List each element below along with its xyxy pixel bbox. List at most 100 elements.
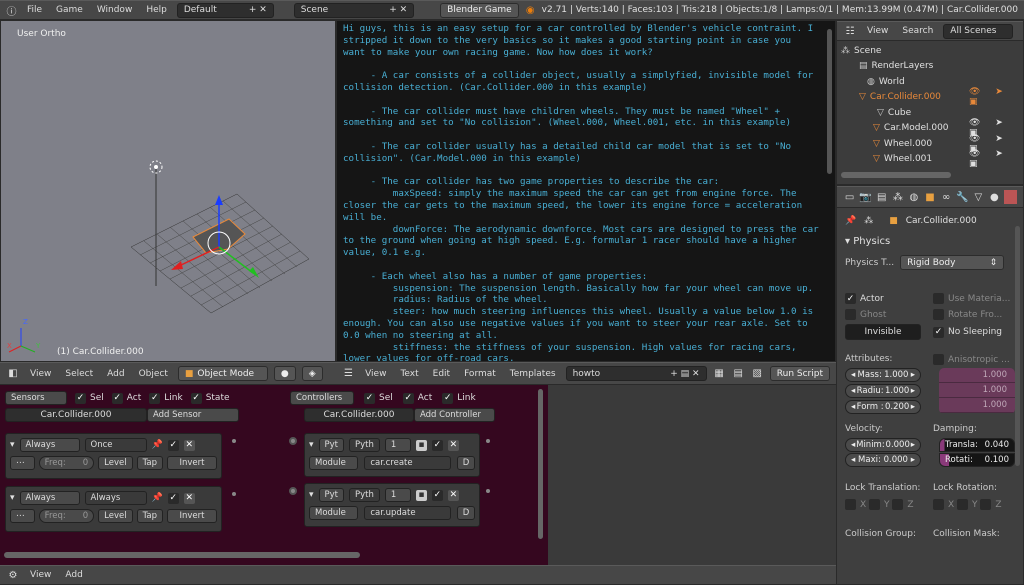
lock-translation-z[interactable]: Z (892, 499, 914, 510)
controller-output-socket[interactable] (486, 489, 490, 493)
controller-active-checkbox[interactable]: ✓ (431, 489, 443, 501)
module-field[interactable]: car.update (364, 506, 451, 520)
3d-viewport[interactable]: User Ortho Z X Y (1) Car.Collider.000 (0, 20, 336, 362)
menu-select[interactable]: Select (61, 369, 97, 379)
pulse-mode-buttons[interactable]: ⋯ (10, 509, 35, 523)
collapse-triangle-icon[interactable]: ▾ (10, 493, 15, 503)
mode-selector[interactable]: ■ Object Mode (177, 366, 268, 381)
editor-type-icon[interactable]: ☷ (843, 24, 857, 38)
pin-icon[interactable]: 📌 (845, 216, 856, 226)
menu-edit[interactable]: Edit (429, 369, 454, 379)
controller-delete-button[interactable]: ✕ (447, 439, 459, 451)
sensor-name-field[interactable]: Always (84, 491, 147, 505)
sensor-name-field[interactable]: Once (84, 438, 147, 452)
invert-button[interactable]: Invert (166, 509, 217, 523)
logic-vertical-scrollbar[interactable] (538, 389, 543, 539)
outliner-item[interactable]: ⁂ Scene (837, 43, 1023, 59)
invert-button[interactable]: Invert (166, 456, 217, 470)
level-button[interactable]: Level (98, 509, 133, 523)
layout-selector[interactable]: Default + ✕ (176, 2, 274, 18)
pulse-mode-buttons[interactable]: ⋯ (10, 456, 35, 470)
outliner-item[interactable]: ▤ RenderLayers (837, 59, 1023, 75)
lock-rotation-z[interactable]: Z (980, 499, 1002, 510)
controller-input-socket[interactable] (289, 487, 297, 495)
sensor-type-selector[interactable]: Always (19, 491, 80, 505)
velocity-min-field[interactable]: ◂ Minim: 0.000 ▸ (845, 438, 921, 452)
render-tab-icon[interactable]: 📷 (859, 190, 872, 204)
layers-tab-icon[interactable]: ▤ (875, 190, 888, 204)
controller-active-checkbox[interactable]: ✓ (431, 439, 443, 451)
outliner-scrollbar[interactable] (841, 172, 951, 178)
rotation-damping-slider[interactable]: Rotati: 0.100 (939, 453, 1015, 467)
data-tab-icon[interactable]: ▽ (972, 190, 985, 204)
material-tab-icon[interactable]: ● (988, 190, 1001, 204)
lock-translation-x[interactable]: X (845, 499, 866, 510)
controller-state-selector[interactable]: 1 (384, 488, 411, 502)
object-tab-icon[interactable]: ■ (923, 190, 936, 204)
menu-file[interactable]: File (23, 5, 46, 15)
physics-tab-icon[interactable] (1003, 190, 1018, 204)
controller-type-selector[interactable]: Pyt (318, 438, 345, 452)
menu-add[interactable]: Add (103, 369, 128, 379)
add-sensor-button[interactable]: Add Sensor (147, 408, 239, 422)
add-close-icon[interactable]: + ✕ (249, 5, 267, 15)
level-button[interactable]: Level (98, 456, 133, 470)
physics-type-selector[interactable]: Rigid Body ⇕ (900, 255, 1005, 270)
text-content[interactable]: Hi guys, this is an easy setup for a car… (337, 21, 835, 361)
lock-rotation-x[interactable]: X (933, 499, 954, 510)
radius-field[interactable]: ◂ Radiu: 1.000 ▸ (845, 384, 921, 398)
world-tab-icon[interactable]: ◍ (907, 190, 920, 204)
display-mode-selector[interactable]: All Scenes (943, 23, 1014, 39)
editor-type-icon[interactable]: ⚙ (6, 568, 20, 582)
priority-icon[interactable]: ▪ (415, 439, 427, 451)
menu-view[interactable]: View (361, 369, 390, 379)
text-scrollbar[interactable] (827, 29, 832, 174)
link-connector[interactable] (232, 492, 236, 496)
pivot-selector[interactable]: ◈ (301, 366, 323, 381)
pin-icon[interactable]: 📌 (152, 493, 163, 503)
logic-horizontal-scrollbar[interactable] (4, 552, 360, 558)
info-editor-icon[interactable]: ⓘ (6, 3, 17, 18)
add-close-icon[interactable]: + ✕ (389, 5, 407, 15)
physics-panel-header[interactable]: ▾ Physics (837, 226, 1023, 247)
visibility-icons[interactable]: 👁 ➤ ▣ (969, 149, 1023, 169)
menu-window[interactable]: Window (93, 5, 137, 15)
sensors-sel-checkbox[interactable]: ✓ Sel (75, 392, 104, 404)
controller-name-field[interactable]: Pyth (349, 488, 380, 502)
link-connector[interactable] (232, 439, 236, 443)
run-script-button[interactable]: Run Script (769, 366, 831, 381)
collapse-triangle-icon[interactable]: ▾ (309, 440, 314, 450)
text-datablock[interactable]: howto + ▤ ✕ (565, 366, 707, 381)
mass-field[interactable]: ◂ Mass: 1.000 ▸ (845, 368, 921, 382)
controllers-menu[interactable]: Controllers (290, 391, 354, 405)
logic-editor[interactable]: Sensors ✓ Sel ✓ Act ✓ Link ✓ State Car.Colli… (0, 385, 548, 565)
controllers-link-checkbox[interactable]: ✓ Link (442, 392, 476, 404)
syntax-toggle[interactable]: ▧ (751, 367, 764, 381)
sensor-delete-button[interactable]: ✕ (183, 492, 195, 504)
controller-output-socket[interactable] (486, 439, 490, 443)
sensors-menu[interactable]: Sensors (5, 391, 67, 405)
text-editor[interactable]: Hi guys, this is an easy setup for a car… (336, 20, 836, 362)
tap-button[interactable]: Tap (136, 456, 163, 470)
menu-templates[interactable]: Templates (506, 369, 560, 379)
editor-type-icon[interactable]: ☰ (342, 367, 355, 381)
sensor-type-selector[interactable]: Always (19, 438, 80, 452)
menu-format[interactable]: Format (460, 369, 500, 379)
sensors-link-checkbox[interactable]: ✓ Link (149, 392, 183, 404)
execution-mode-selector[interactable]: Module (309, 456, 359, 470)
engine-selector[interactable]: Blender Game (440, 2, 519, 18)
menu-view[interactable]: View (26, 570, 55, 580)
scene-selector[interactable]: Scene + ✕ (293, 2, 415, 18)
anisotropic-y-field[interactable]: 1.000 (939, 383, 1015, 398)
editor-type-icon[interactable]: ▭ (843, 190, 856, 204)
scene-tab-icon[interactable]: ⁂ (891, 190, 904, 204)
freq-field[interactable]: Freq: 0 (38, 456, 95, 470)
menu-text[interactable]: Text (396, 369, 422, 379)
sensors-state-checkbox[interactable]: ✓ State (190, 392, 230, 404)
freq-field[interactable]: Freq: 0 (38, 509, 95, 523)
shading-selector[interactable]: ● (273, 366, 296, 381)
controller-state-selector[interactable]: 1 (384, 438, 411, 452)
outliner[interactable]: ☷ View Search All Scenes ⁂ Scene ▤ RenderLa… (836, 20, 1024, 185)
ghost-checkbox[interactable]: Ghost (845, 309, 927, 320)
anisotropic-x-field[interactable]: 1.000 (939, 368, 1015, 383)
